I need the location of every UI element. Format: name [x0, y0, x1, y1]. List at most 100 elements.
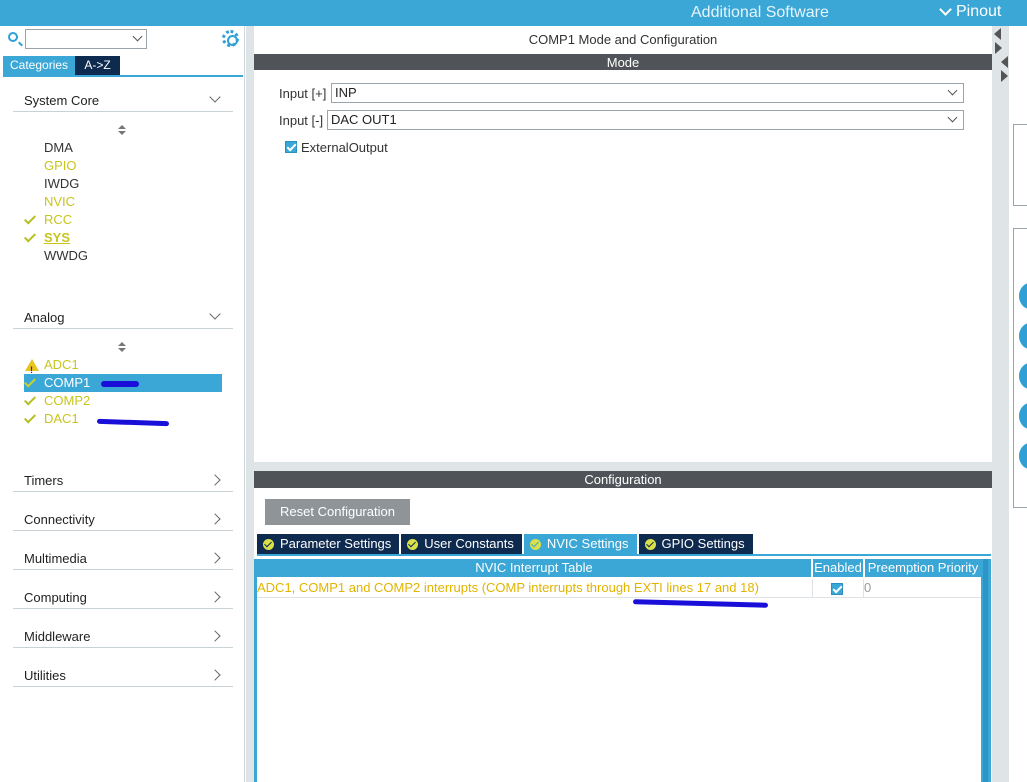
- expand-right-icon[interactable]: [1001, 70, 1008, 82]
- group-label: Computing: [24, 590, 87, 605]
- list-item-nvic[interactable]: NVIC: [24, 193, 222, 211]
- cubemx-window: Additional Software Pinout Categories A-…: [0, 0, 1027, 782]
- column-header-enabled[interactable]: Enabled: [813, 559, 863, 577]
- select-value: DAC OUT1: [331, 112, 397, 127]
- check-icon: [23, 393, 37, 406]
- group-utilities[interactable]: Utilities: [13, 663, 233, 687]
- row-divider: [257, 597, 981, 598]
- tab-a-z[interactable]: A->Z: [75, 56, 121, 75]
- tab-categories[interactable]: Categories: [3, 56, 76, 75]
- chevron-right-icon: [209, 513, 221, 525]
- list-item-label: IWDG: [44, 176, 80, 191]
- collapse-bar[interactable]: [992, 26, 1009, 782]
- page-title: COMP1 Mode and Configuration: [528, 32, 718, 47]
- pinout-label: Pinout: [956, 3, 1002, 20]
- check-circle-icon: [644, 538, 656, 550]
- categories-panel: Categories A->Z System Core DMA GPIO IWD…: [0, 26, 245, 782]
- gear-icon[interactable]: [222, 30, 239, 47]
- list-item-label: GPIO: [44, 158, 77, 173]
- column-header-priority[interactable]: Preemption Priority: [865, 559, 981, 577]
- external-output-checkbox[interactable]: [285, 141, 297, 153]
- column-header-interrupt[interactable]: NVIC Interrupt Table: [257, 559, 811, 577]
- tab-parameter-settings[interactable]: Parameter Settings: [257, 534, 400, 554]
- list-item-label: WWDG: [44, 248, 89, 263]
- input-plus-select[interactable]: INP: [331, 83, 964, 103]
- chevron-down-icon: [947, 85, 958, 96]
- list-item-gpio[interactable]: GPIO: [24, 157, 222, 175]
- group-middleware[interactable]: Middleware: [13, 624, 233, 648]
- chevron-right-icon: [209, 669, 221, 681]
- check-circle-icon: [407, 538, 419, 550]
- pinout-menu[interactable]: Pinout: [939, 3, 1002, 21]
- list-item-label: DMA: [44, 140, 73, 155]
- tabs-underline: [3, 75, 243, 77]
- collapse-left-icon[interactable]: [994, 28, 1001, 40]
- group-label: System Core: [24, 93, 100, 108]
- collapse-left-icon[interactable]: [1001, 56, 1008, 68]
- check-circle-icon: [529, 538, 541, 550]
- panel-splitter[interactable]: [246, 26, 254, 782]
- chevron-down-icon[interactable]: [132, 31, 143, 42]
- tab-label: GPIO Settings: [661, 536, 745, 551]
- sort-icon[interactable]: [118, 342, 126, 354]
- input-minus-label: Input [-]: [279, 113, 324, 128]
- sort-icon[interactable]: [118, 125, 126, 137]
- search-input[interactable]: [26, 30, 126, 48]
- check-icon: [23, 230, 37, 243]
- table-row-interrupt-name[interactable]: ADC1, COMP1 and COMP2 interrupts (COMP i…: [257, 579, 811, 597]
- column-divider: [863, 579, 864, 598]
- chevron-down-icon: [209, 91, 221, 103]
- configuration-tabs: Parameter Settings User Constants NVIC S…: [257, 534, 753, 554]
- list-item-sys[interactable]: SYS: [23, 229, 222, 247]
- list-item-label: DAC1: [44, 411, 79, 426]
- column-divider: [812, 579, 813, 598]
- check-icon: [23, 375, 37, 388]
- input-minus-select[interactable]: DAC OUT1: [327, 110, 964, 130]
- list-item-label: RCC: [44, 212, 73, 227]
- chevron-down-icon: [947, 112, 958, 123]
- side-panel-frame: [1013, 124, 1027, 206]
- list-item-wwdg[interactable]: WWDG: [24, 247, 222, 265]
- warning-icon: [25, 359, 39, 379]
- list-item-adc1[interactable]: ADC1: [24, 356, 222, 379]
- group-multimedia[interactable]: Multimedia: [13, 546, 233, 570]
- mode-configuration-panel: COMP1 Mode and Configuration Mode Input …: [254, 26, 992, 782]
- list-item-label: SYS: [44, 230, 71, 245]
- group-label: Timers: [24, 473, 64, 488]
- list-item-rcc[interactable]: RCC: [23, 211, 222, 229]
- list-item-comp2[interactable]: COMP2: [23, 392, 222, 410]
- additional-software-tab[interactable]: Additional Software: [691, 4, 829, 22]
- group-label: Connectivity: [24, 512, 95, 527]
- input-plus-label: Input [+]: [279, 86, 327, 101]
- check-circle-icon: [263, 538, 274, 550]
- chevron-down-icon: [939, 3, 952, 16]
- table-scrollbar[interactable]: [981, 559, 991, 782]
- annotation-mark: [632, 599, 769, 608]
- reset-configuration-button[interactable]: Reset Configuration: [265, 499, 410, 525]
- tab-gpio-settings[interactable]: GPIO Settings: [638, 534, 753, 554]
- list-item-iwdg[interactable]: IWDG: [24, 175, 222, 193]
- tab-user-constants[interactable]: User Constants: [401, 534, 522, 554]
- group-system-core[interactable]: System Core: [13, 88, 233, 112]
- check-icon: [23, 411, 37, 424]
- chevron-down-icon: [209, 308, 221, 320]
- expand-right-icon[interactable]: [995, 42, 1002, 54]
- group-analog[interactable]: Analog: [13, 305, 233, 329]
- list-item-dma[interactable]: DMA: [24, 139, 222, 157]
- top-toolbar: Additional Software Pinout: [0, 0, 1027, 26]
- search-combobox[interactable]: [25, 29, 147, 49]
- mode-section-header: Mode: [254, 54, 992, 71]
- group-connectivity[interactable]: Connectivity: [13, 507, 233, 531]
- configuration-section-header: Configuration: [254, 471, 992, 488]
- view-tabs: Categories A->Z: [3, 56, 121, 75]
- group-label: Middleware: [24, 629, 91, 644]
- group-computing[interactable]: Computing: [13, 585, 233, 609]
- tab-nvic-settings[interactable]: NVIC Settings: [523, 534, 637, 554]
- chevron-right-icon: [209, 474, 221, 486]
- group-timers[interactable]: Timers: [13, 468, 233, 492]
- search-icon: [8, 32, 18, 42]
- mode-body: Input [+] INP Input [-] DAC OUT1 Externa…: [254, 70, 992, 462]
- preemption-priority-value[interactable]: 0: [864, 579, 980, 597]
- interrupt-enabled-checkbox[interactable]: [831, 583, 843, 595]
- group-label: Multimedia: [24, 551, 87, 566]
